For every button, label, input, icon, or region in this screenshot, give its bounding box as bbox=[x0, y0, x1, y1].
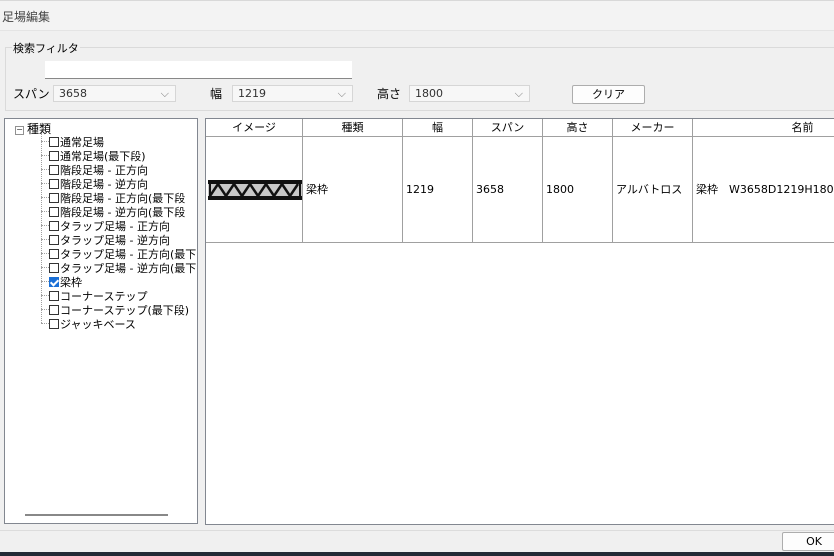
tree-root[interactable]: − 種類 bbox=[15, 122, 51, 136]
tree-connector bbox=[41, 155, 49, 156]
height-label: 高さ bbox=[377, 87, 402, 101]
search-filter-input[interactable] bbox=[45, 61, 352, 79]
tree-item[interactable]: タラップ足場 - 正方向 bbox=[41, 220, 170, 234]
checkbox[interactable] bbox=[49, 305, 59, 315]
column-header-name[interactable]: 名前 bbox=[693, 119, 834, 137]
checkbox[interactable] bbox=[49, 179, 59, 189]
tree-item-label: ジャッキベース bbox=[60, 318, 136, 331]
checkbox[interactable] bbox=[49, 263, 59, 273]
chevron-down-icon: ⌵ bbox=[337, 87, 346, 100]
chevron-down-icon: ⌵ bbox=[514, 87, 523, 100]
tree-item[interactable]: コーナーステップ bbox=[41, 290, 147, 304]
checkbox[interactable] bbox=[49, 165, 59, 175]
tree-item-label: タラップ足場 - 逆方向 bbox=[60, 234, 170, 247]
tree-connector bbox=[41, 267, 49, 268]
tree-item-label: 階段足場 - 逆方向 bbox=[60, 178, 148, 191]
width-combo-value: 1219 bbox=[238, 87, 266, 100]
tree-connector bbox=[41, 309, 49, 310]
checkbox-checked[interactable] bbox=[49, 277, 59, 287]
checkbox[interactable] bbox=[49, 151, 59, 161]
tree-item[interactable]: 階段足場 - 逆方向 bbox=[41, 178, 148, 192]
span-combo[interactable]: 3658 ⌵ bbox=[53, 85, 176, 102]
row-name-cell[interactable]: 梁枠 W3658D1219H1800 bbox=[693, 137, 834, 243]
window-title: 足場編集 bbox=[2, 10, 51, 24]
height-combo[interactable]: 1800 ⌵ bbox=[409, 85, 530, 102]
tree-connector bbox=[41, 141, 49, 142]
tree-item[interactable]: ジャッキベース bbox=[41, 318, 136, 332]
tree-item[interactable]: コーナーステップ(最下段) bbox=[41, 304, 189, 318]
tree-item[interactable]: 階段足場 - 正方向(最下段 bbox=[41, 192, 185, 206]
tree-item[interactable]: タラップ足場 - 正方向(最下 bbox=[41, 248, 196, 262]
tree-item-label: コーナーステップ(最下段) bbox=[60, 304, 190, 317]
tree-item-label: コーナーステップ bbox=[60, 290, 148, 303]
clear-button[interactable]: クリア bbox=[572, 85, 645, 104]
column-header-image[interactable]: イメージ bbox=[206, 119, 303, 137]
category-tree[interactable]: − 種類 通常足場 通常足場(最下段) 階段足場 - 正方向 階段足場 - 逆方向 階段足… bbox=[4, 118, 198, 524]
tree-connector bbox=[41, 323, 49, 324]
row-type-cell[interactable]: 梁枠 bbox=[303, 137, 403, 243]
row-image-cell[interactable] bbox=[206, 137, 303, 243]
tree-item[interactable]: 梁枠 bbox=[41, 276, 82, 290]
checkbox[interactable] bbox=[49, 207, 59, 217]
tree-connector bbox=[41, 281, 49, 282]
tree-connector bbox=[41, 225, 49, 226]
ok-button[interactable]: OK bbox=[782, 532, 834, 551]
footer-separator bbox=[0, 530, 834, 531]
scaffold-grid[interactable]: イメージ 種類 幅 スパン 高さ メーカー 名前 梁枠 1219 3658 18… bbox=[205, 118, 834, 525]
tree-item-label: 階段足場 - 正方向(最下段 bbox=[60, 192, 186, 205]
tree-connector bbox=[41, 197, 49, 198]
tree-item[interactable]: 通常足場(最下段) bbox=[41, 150, 146, 164]
title-bar-edge bbox=[0, 0, 834, 1]
tree-item[interactable]: 階段足場 - 正方向 bbox=[41, 164, 148, 178]
column-header-type[interactable]: 種類 bbox=[303, 119, 403, 137]
span-label: スパン bbox=[13, 87, 50, 101]
column-header-span[interactable]: スパン bbox=[473, 119, 543, 137]
row-maker-cell[interactable]: アルバトロス bbox=[613, 137, 693, 243]
horizontal-scrollbar-thumb[interactable] bbox=[25, 514, 168, 516]
tree-connector bbox=[41, 183, 49, 184]
checkbox[interactable] bbox=[49, 221, 59, 231]
tree-item[interactable]: タラップ足場 - 逆方向 bbox=[41, 234, 170, 248]
tree-item-label: 階段足場 - 正方向 bbox=[60, 164, 148, 177]
checkbox[interactable] bbox=[49, 249, 59, 259]
truss-beam-thumbnail bbox=[208, 180, 302, 200]
column-header-height[interactable]: 高さ bbox=[543, 119, 613, 137]
tree-connector bbox=[41, 253, 49, 254]
column-header-width[interactable]: 幅 bbox=[403, 119, 473, 137]
tree-item[interactable]: タラップ足場 - 逆方向(最下 bbox=[41, 262, 196, 276]
row-span-cell[interactable]: 3658 bbox=[473, 137, 543, 243]
span-combo-value: 3658 bbox=[59, 87, 87, 100]
row-width-cell[interactable]: 1219 bbox=[403, 137, 473, 243]
tree-item-label: タラップ足場 - 逆方向(最下 bbox=[60, 262, 197, 275]
tree-item-label: タラップ足場 - 正方向 bbox=[60, 220, 170, 233]
tree-connector bbox=[41, 239, 49, 240]
checkbox[interactable] bbox=[49, 193, 59, 203]
tree-connector bbox=[41, 295, 49, 296]
title-bar: 足場編集 bbox=[0, 0, 834, 31]
chevron-down-icon: ⌵ bbox=[160, 87, 169, 100]
checkbox[interactable] bbox=[49, 319, 59, 329]
tree-item[interactable]: 通常足場 bbox=[41, 136, 104, 150]
taskbar-edge bbox=[0, 552, 834, 556]
height-combo-value: 1800 bbox=[415, 87, 443, 100]
tree-root-label: 種類 bbox=[27, 122, 52, 136]
tree-item-label: 階段足場 - 逆方向(最下段 bbox=[60, 206, 186, 219]
row-height-cell[interactable]: 1800 bbox=[543, 137, 613, 243]
width-label: 幅 bbox=[210, 87, 223, 101]
tree-item[interactable]: 階段足場 - 逆方向(最下段 bbox=[41, 206, 185, 220]
column-header-maker[interactable]: メーカー bbox=[613, 119, 693, 137]
collapse-icon[interactable]: − bbox=[15, 126, 24, 135]
search-filter-legend: 検索フィルタ bbox=[12, 40, 80, 56]
tree-connector bbox=[41, 211, 49, 212]
tree-item-label: 通常足場 bbox=[60, 136, 104, 149]
tree-item-label: 通常足場(最下段) bbox=[60, 150, 146, 163]
checkbox[interactable] bbox=[49, 291, 59, 301]
checkbox[interactable] bbox=[49, 235, 59, 245]
tree-item-label: タラップ足場 - 正方向(最下 bbox=[60, 248, 197, 261]
width-combo[interactable]: 1219 ⌵ bbox=[232, 85, 353, 102]
checkbox[interactable] bbox=[49, 137, 59, 147]
tree-connector bbox=[41, 169, 49, 170]
tree-item-label: 梁枠 bbox=[60, 276, 82, 289]
